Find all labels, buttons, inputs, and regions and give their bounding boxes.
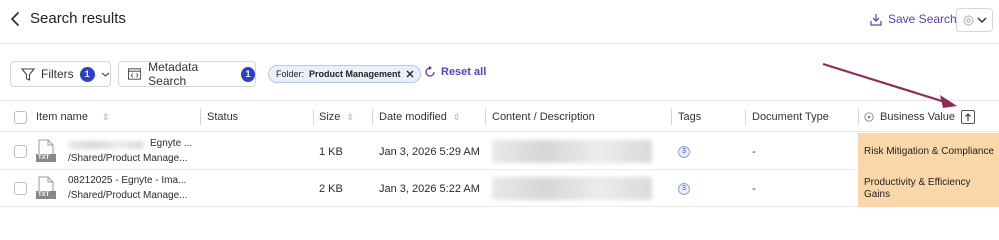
column-header-size[interactable]: Size ⇳	[319, 101, 354, 133]
column-label: Business Value	[880, 111, 956, 123]
metadata-count-badge: 1	[240, 66, 255, 82]
filters-count-badge: 1	[79, 66, 95, 82]
column-label: Size	[319, 111, 341, 123]
column-divider[interactable]	[858, 109, 859, 125]
column-header-content[interactable]: Content / Description	[492, 101, 595, 133]
info-circle-icon	[864, 112, 874, 122]
column-divider[interactable]	[671, 109, 672, 125]
column-label: Item name	[36, 111, 88, 123]
column-divider[interactable]	[372, 109, 373, 125]
arrow-up-icon	[965, 112, 971, 121]
column-label: Status	[207, 111, 239, 123]
column-header-business-value[interactable]: Business Value	[864, 101, 976, 133]
table-row[interactable]: TXT Egnyte ... /Shared/Product Manage...…	[0, 133, 999, 170]
row-checkbox[interactable]	[14, 182, 27, 195]
tag-count-badge[interactable]: 3	[678, 145, 690, 158]
metadata-search-button[interactable]: Metadata Search 1	[118, 60, 256, 88]
column-divider[interactable]	[313, 109, 314, 125]
date-cell: Jan 3, 2026 5:22 AM	[379, 182, 480, 195]
item-path: /Shared/Product Manage...	[68, 190, 188, 201]
business-value-cell: Risk Mitigation & Compliance	[858, 133, 999, 170]
column-header-date-modified[interactable]: Date modified ⇳	[379, 101, 460, 133]
folder-filter-chip[interactable]: Folder: Product Management	[268, 65, 421, 83]
sort-ascending-button[interactable]	[961, 110, 976, 124]
funnel-icon	[21, 67, 35, 81]
filters-label: Filters	[41, 67, 74, 81]
row-checkbox[interactable]	[14, 145, 27, 158]
sort-icon[interactable]: ⇳	[453, 112, 461, 123]
redacted-content	[492, 140, 652, 163]
chevron-down-icon	[976, 17, 987, 24]
settings-dropdown[interactable]	[956, 8, 993, 32]
chip-value: Product Management	[309, 69, 401, 79]
item-name[interactable]: 08212025 - Egnyte - Ima...	[68, 175, 186, 186]
column-header-tags[interactable]: Tags	[678, 101, 701, 133]
table-row[interactable]: TXT 08212025 - Egnyte - Ima... /Shared/P…	[0, 170, 999, 207]
refresh-icon	[425, 66, 435, 77]
file-type-label: TXT	[38, 155, 50, 161]
column-label: Content / Description	[492, 111, 595, 123]
column-divider[interactable]	[200, 109, 201, 125]
filters-button[interactable]: Filters 1	[10, 61, 111, 87]
file-type-label: TXT	[38, 192, 50, 198]
select-all-checkbox[interactable]	[14, 110, 27, 124]
page-title: Search results	[30, 10, 126, 27]
column-label: Tags	[678, 111, 702, 123]
column-label: Document Type	[752, 111, 829, 123]
redacted-name	[68, 141, 144, 149]
size-cell: 1 KB	[319, 145, 343, 158]
column-header-item-name[interactable]: Item name ⇳	[36, 101, 110, 133]
size-cell: 2 KB	[319, 182, 343, 195]
close-icon[interactable]	[406, 70, 414, 78]
tag-count-badge[interactable]: 3	[678, 182, 690, 195]
gear-icon	[963, 15, 973, 25]
date-cell: Jan 3, 2026 5:29 AM	[379, 145, 480, 158]
redacted-content	[492, 177, 652, 200]
column-divider[interactable]	[485, 109, 486, 125]
chip-prefix: Folder:	[276, 69, 305, 79]
save-search-label: Save Search	[888, 12, 957, 26]
back-arrow-icon[interactable]	[8, 10, 24, 28]
column-label: Date modified	[379, 111, 447, 123]
document-type-cell: -	[752, 182, 756, 195]
chevron-down-icon	[101, 72, 110, 77]
sort-icon[interactable]: ⇳	[346, 112, 354, 123]
column-header-document-type[interactable]: Document Type	[752, 101, 829, 133]
sort-icon[interactable]: ⇳	[102, 112, 110, 123]
business-value-cell: Productivity & Efficiency Gains	[858, 170, 999, 207]
select-all-cell[interactable]	[14, 101, 27, 133]
column-header-status[interactable]: Status	[207, 101, 238, 133]
document-type-cell: -	[752, 145, 756, 158]
table-header: Item name ⇳ Status Size ⇳ Date modified …	[0, 100, 999, 132]
code-window-icon	[128, 68, 142, 80]
reset-all-button[interactable]: Reset all	[424, 66, 486, 78]
filter-bar: Filters 1 Metadata Search 1 Folder: Prod…	[0, 56, 999, 92]
page-header: Search results Save Search	[0, 0, 999, 44]
reset-all-label: Reset all	[441, 66, 487, 78]
metadata-search-label: Metadata Search	[148, 60, 199, 88]
item-name[interactable]: Egnyte ...	[150, 138, 192, 149]
save-icon	[870, 13, 882, 26]
column-divider[interactable]	[745, 109, 746, 125]
item-path: /Shared/Product Manage...	[68, 153, 188, 164]
save-search-button[interactable]: Save Search	[870, 12, 957, 26]
